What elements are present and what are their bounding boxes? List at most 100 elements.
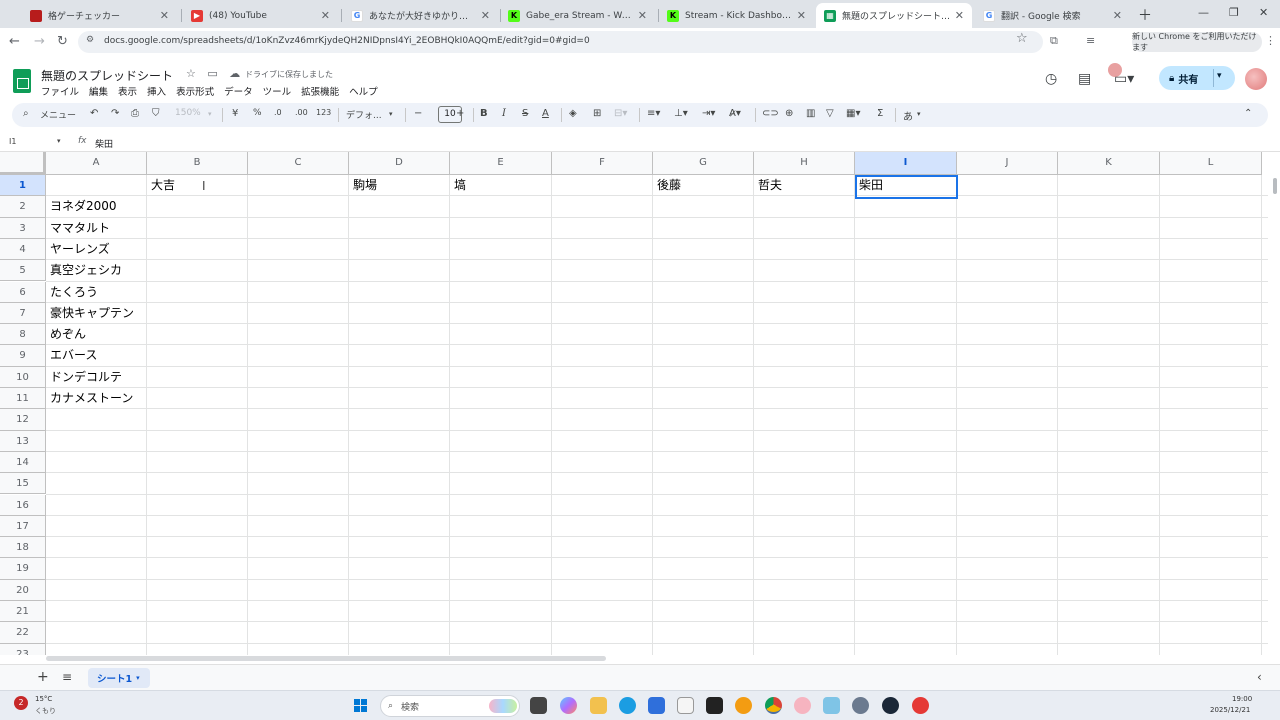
edge-icon[interactable] bbox=[619, 697, 636, 714]
browser-tab[interactable]: 格ゲーチェッカー ✕ bbox=[22, 3, 177, 28]
bold-icon[interactable]: B bbox=[480, 108, 488, 119]
select-all-corner[interactable] bbox=[0, 152, 46, 175]
menu-edit[interactable]: 編集 bbox=[89, 84, 108, 98]
print-icon[interactable]: ⎙ bbox=[131, 108, 139, 119]
avatar[interactable] bbox=[1245, 68, 1267, 90]
bookmark-star-icon[interactable]: ☆ bbox=[1016, 31, 1028, 46]
column-header-h[interactable]: H bbox=[754, 152, 855, 175]
capcut-icon[interactable] bbox=[706, 697, 723, 714]
vertical-scrollbar[interactable] bbox=[1268, 152, 1280, 655]
strikethrough-icon[interactable]: S bbox=[522, 108, 528, 119]
reload-icon[interactable]: ↻ bbox=[57, 34, 68, 49]
column-header-l[interactable]: L bbox=[1160, 152, 1262, 175]
steam-icon[interactable] bbox=[882, 697, 899, 714]
file-explorer-icon[interactable] bbox=[590, 697, 607, 714]
comments-icon[interactable]: ▤ bbox=[1078, 71, 1091, 87]
cell-a8[interactable]: めぞん bbox=[46, 324, 86, 345]
zoom-dropdown-icon[interactable]: ▾ bbox=[208, 110, 212, 118]
column-header-d[interactable]: D bbox=[349, 152, 450, 175]
row-header-17[interactable]: 17 bbox=[0, 515, 46, 538]
row-header-13[interactable]: 13 bbox=[0, 430, 46, 452]
redo-icon[interactable]: ↷ bbox=[111, 108, 119, 119]
row-header-12[interactable]: 12 bbox=[0, 409, 46, 431]
font-size-decrease-icon[interactable]: − bbox=[414, 108, 422, 119]
row-header-1[interactable]: 1 bbox=[0, 175, 46, 197]
menu-insert[interactable]: 挿入 bbox=[147, 84, 166, 98]
insert-link-icon[interactable]: ⊂⊃ bbox=[762, 108, 779, 119]
close-tab-icon[interactable]: ✕ bbox=[160, 9, 169, 22]
row-header-9[interactable]: 9 bbox=[0, 345, 46, 367]
menu-view[interactable]: 表示 bbox=[118, 84, 137, 98]
name-box-dropdown-icon[interactable]: ▾ bbox=[57, 137, 61, 145]
browser-tab[interactable]: ▶ (48) YouTube ✕ bbox=[183, 3, 338, 28]
row-header-18[interactable]: 18 bbox=[0, 537, 46, 559]
insert-chart-icon[interactable]: ▥ bbox=[806, 108, 815, 119]
browser-tab-active[interactable]: ▦ 無題のスプレッドシート - Google ス ✕ bbox=[816, 3, 972, 28]
row-header-20[interactable]: 20 bbox=[0, 579, 46, 601]
cell-a6[interactable]: たくろう bbox=[46, 282, 98, 303]
cell-a4[interactable]: ヤーレンズ bbox=[46, 239, 110, 260]
add-sheet-icon[interactable]: + bbox=[37, 669, 49, 685]
row-header-16[interactable]: 16 bbox=[0, 494, 46, 516]
app-icon[interactable] bbox=[912, 697, 929, 714]
column-header-b[interactable]: B bbox=[147, 152, 248, 175]
undo-icon[interactable]: ↶ bbox=[90, 108, 98, 119]
sheet-tab-dropdown-icon[interactable]: ▾ bbox=[136, 674, 140, 682]
font-select[interactable]: デフォ... bbox=[346, 108, 382, 121]
row-header-2[interactable]: 2 bbox=[0, 196, 46, 218]
share-button[interactable]: 🔒︎ 共有 ▾ bbox=[1159, 66, 1235, 90]
windows-start-icon[interactable] bbox=[354, 699, 368, 713]
clock-time[interactable]: 19:00 bbox=[1232, 695, 1252, 703]
cell-a10[interactable]: ドンデコルテ bbox=[46, 367, 122, 388]
weather-badge[interactable]: 2 bbox=[14, 696, 28, 710]
more-formats[interactable]: 123 bbox=[316, 108, 331, 117]
input-tools-dropdown-icon[interactable]: ▾ bbox=[917, 110, 921, 118]
menu-data[interactable]: データ bbox=[224, 84, 253, 98]
increase-decimal[interactable]: .00 bbox=[295, 108, 308, 117]
browser-tab[interactable]: K Stream - Kick Dashboard ✕ bbox=[659, 3, 814, 28]
menu-help[interactable]: ヘルプ bbox=[349, 84, 378, 98]
column-header-f[interactable]: F bbox=[552, 152, 653, 175]
italic-icon[interactable]: I bbox=[502, 108, 506, 119]
cell-g1[interactable]: 後藤 bbox=[653, 175, 681, 196]
insert-comment-icon[interactable]: ⊕ bbox=[785, 108, 793, 119]
row-header-4[interactable]: 4 bbox=[0, 238, 46, 261]
cloud-saved-icon[interactable]: ☁ bbox=[229, 67, 240, 80]
app-icon[interactable] bbox=[794, 697, 811, 714]
text-rotation-icon[interactable]: A̷▾ bbox=[729, 108, 741, 119]
back-icon[interactable]: ← bbox=[9, 34, 20, 49]
currency-format[interactable]: ¥ bbox=[232, 108, 238, 119]
browser-tab[interactable]: K Gabe_era Stream - Watch Live ✕ bbox=[500, 3, 655, 28]
row-header-11[interactable]: 11 bbox=[0, 388, 46, 410]
menu-tools[interactable]: ツール bbox=[263, 84, 292, 98]
menu-format[interactable]: 表示形式 bbox=[176, 84, 214, 98]
side-panel-collapse-icon[interactable]: ‹ bbox=[1257, 670, 1262, 684]
history-icon[interactable]: ◷ bbox=[1045, 71, 1057, 87]
merge-cells-icon[interactable]: ⊟▾ bbox=[614, 108, 627, 119]
column-header-g[interactable]: G bbox=[653, 152, 754, 175]
horizontal-scroll-thumb[interactable] bbox=[46, 656, 606, 661]
weather-description[interactable]: くもり bbox=[35, 706, 56, 716]
menu-extensions[interactable]: 拡張機能 bbox=[301, 84, 339, 98]
row-header-3[interactable]: 3 bbox=[0, 217, 46, 239]
row-header-14[interactable]: 14 bbox=[0, 451, 46, 474]
browser-tab[interactable]: G 翻訳 - Google 検索 ✕ bbox=[975, 3, 1130, 28]
horizontal-align-icon[interactable]: ≡▾ bbox=[647, 108, 660, 119]
app-icon[interactable] bbox=[823, 697, 840, 714]
cell-b1[interactable]: 大吉 bbox=[147, 175, 175, 196]
close-tab-icon[interactable]: ✕ bbox=[638, 9, 647, 22]
close-tab-icon[interactable]: ✕ bbox=[321, 9, 330, 22]
row-header-7[interactable]: 7 bbox=[0, 302, 46, 325]
column-header-i[interactable]: I bbox=[855, 152, 957, 175]
close-tab-icon[interactable]: ✕ bbox=[955, 9, 964, 22]
browser-tab[interactable]: G あなたが大好きゆかりちゃんーばん… ✕ bbox=[343, 3, 498, 28]
weather-temperature[interactable]: 15°C bbox=[35, 695, 52, 703]
cell-d1[interactable]: 駒場 bbox=[349, 175, 377, 196]
row-header-10[interactable]: 10 bbox=[0, 366, 46, 388]
search-menus[interactable]: メニュー bbox=[40, 108, 76, 121]
column-header-c[interactable]: C bbox=[248, 152, 349, 175]
close-tab-icon[interactable]: ✕ bbox=[481, 9, 490, 22]
forward-icon[interactable]: → bbox=[34, 34, 45, 49]
vertical-scroll-thumb[interactable] bbox=[1273, 178, 1277, 194]
row-header-5[interactable]: 5 bbox=[0, 260, 46, 282]
